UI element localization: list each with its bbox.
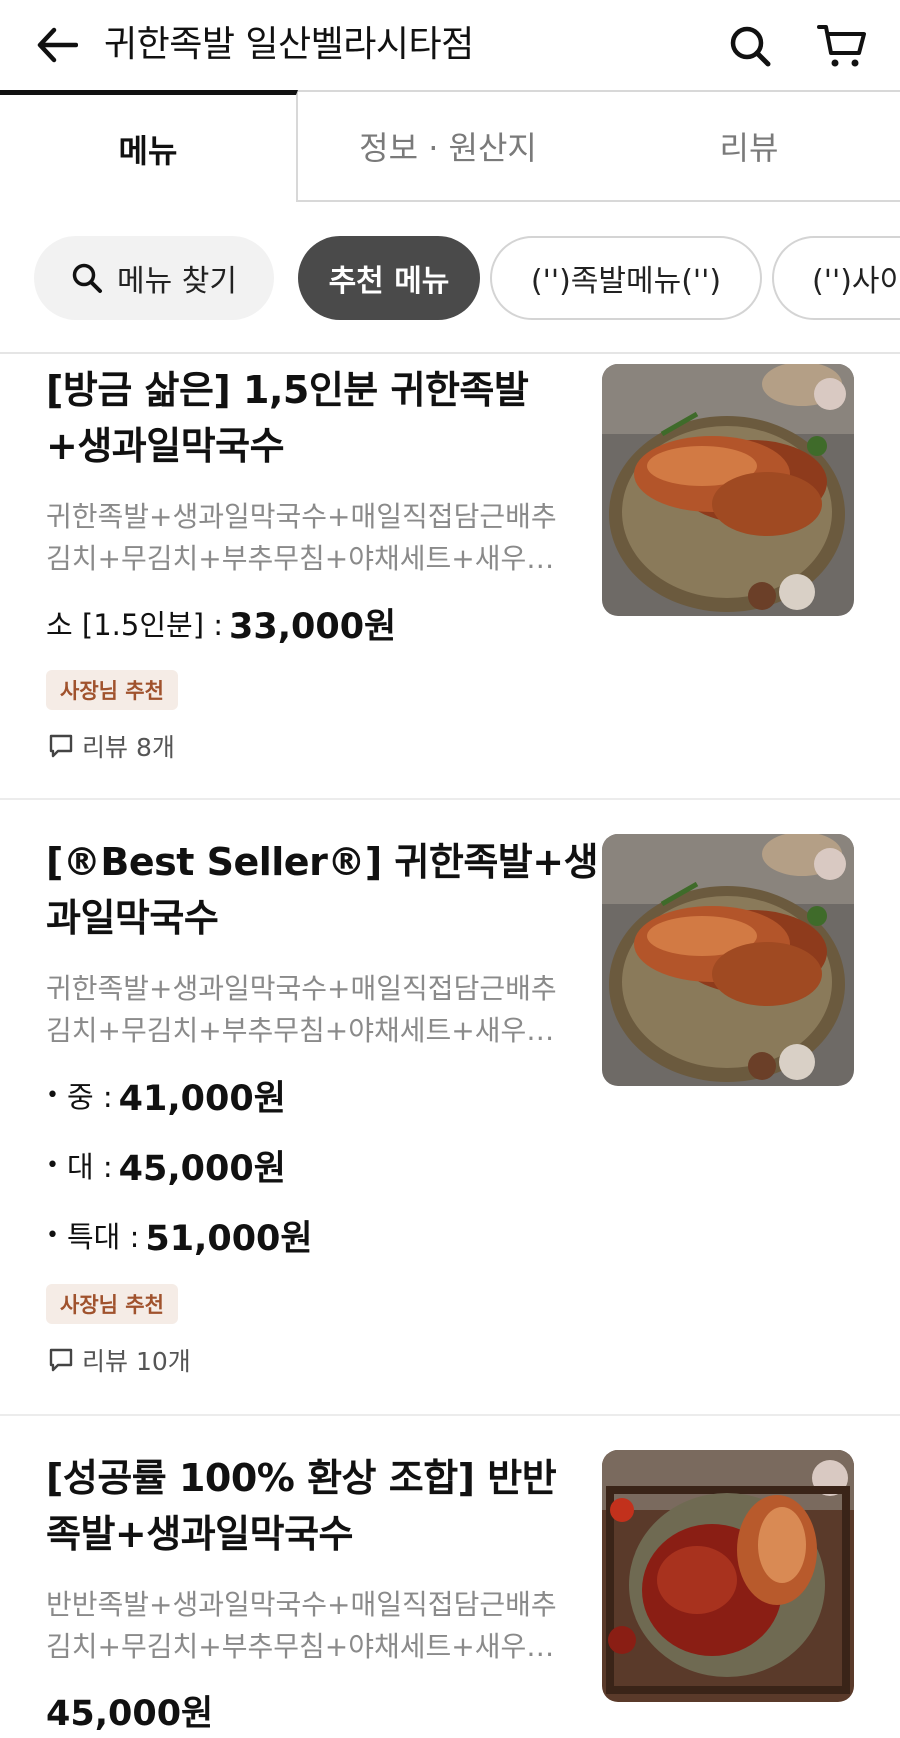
- search-icon: [730, 26, 771, 67]
- menu-search-label: 메뉴 찾기: [117, 264, 237, 299]
- menu-item-price: 소 [1.5인분] : 33,000원: [46, 606, 397, 647]
- chip-jokbal-menu[interactable]: ('')족발메뉴(''): [490, 236, 762, 320]
- store-tabs: 메뉴 정보 · 원산지 리뷰: [0, 90, 900, 202]
- menu-divider: [0, 1414, 900, 1416]
- comment-icon: [48, 733, 74, 759]
- back-button[interactable]: [30, 20, 84, 70]
- search-icon: [71, 262, 103, 294]
- menu-item-photo: [602, 1450, 854, 1702]
- menu-item-name: [방금 삶은] 1,5인분 귀한족발 +생과일막국수: [46, 368, 529, 468]
- menu-item-price-large: • 대 : 45,000원: [46, 1148, 286, 1189]
- menu-item[interactable]: [성공률 100% 환상 조합] 반반 족발+생과일막국수 반반족발+생과일막국…: [0, 1450, 900, 1738]
- menu-item-description: 반반족발+생과일막국수+매일직접담근배추 김치+무김치+부추무침+야채세트+새우…: [46, 1588, 557, 1663]
- chips-divider: [0, 352, 900, 354]
- menu-item-price-xlarge: • 특대 : 51,000원: [46, 1218, 313, 1259]
- chip-recommended[interactable]: 추천 메뉴: [298, 236, 480, 320]
- cart-button[interactable]: [810, 18, 874, 74]
- owner-recommend-badge: 사장님 추천: [46, 1284, 178, 1324]
- top-app-bar: 귀한족발 일산벨라시타점: [0, 0, 900, 90]
- comment-icon: [48, 1347, 74, 1373]
- owner-recommend-badge: 사장님 추천: [46, 670, 178, 710]
- review-count: 리뷰 10개: [48, 1340, 191, 1380]
- store-title: 귀한족발 일산벨라시타점: [104, 24, 474, 65]
- chip-side-menu[interactable]: ('')사이: [772, 236, 900, 320]
- tab-info-origin[interactable]: 정보 · 원산지: [298, 90, 598, 202]
- menu-item[interactable]: [®Best Seller®] 귀한족발+생 과일막국수 귀한족발+생과일막국수…: [0, 834, 900, 1414]
- cart-icon: [817, 25, 866, 67]
- menu-divider: [0, 798, 900, 800]
- menu-item-description: 귀한족발+생과일막국수+매일직접담근배추 김치+무김치+부추무침+야채세트+새우…: [46, 972, 557, 1047]
- menu-item[interactable]: [방금 삶은] 1,5인분 귀한족발 +생과일막국수 귀한족발+생과일막국수+매…: [0, 362, 900, 798]
- menu-item-description: 귀한족발+생과일막국수+매일직접담근배추 김치+무김치+부추무침+야채세트+새우…: [46, 500, 557, 575]
- menu-item-photo: [602, 364, 854, 616]
- menu-item-price-medium: • 중 : 41,000원: [46, 1078, 286, 1119]
- menu-item-price: 45,000원: [46, 1693, 214, 1734]
- menu-item-name: [성공률 100% 환상 조합] 반반 족발+생과일막국수: [46, 1456, 557, 1556]
- search-button[interactable]: [722, 18, 778, 74]
- menu-item-name: [®Best Seller®] 귀한족발+생 과일막국수: [46, 840, 599, 940]
- arrow-left-icon: [37, 27, 78, 63]
- menu-item-photo: [602, 834, 854, 1086]
- review-count: 리뷰 8개: [48, 726, 175, 766]
- tab-menu[interactable]: 메뉴: [0, 90, 298, 202]
- menu-category-chips: 메뉴 찾기 추천 메뉴 ('')족발메뉴('') ('')사이: [0, 236, 900, 320]
- tab-reviews[interactable]: 리뷰: [598, 90, 900, 202]
- menu-search-chip[interactable]: 메뉴 찾기: [34, 236, 274, 320]
